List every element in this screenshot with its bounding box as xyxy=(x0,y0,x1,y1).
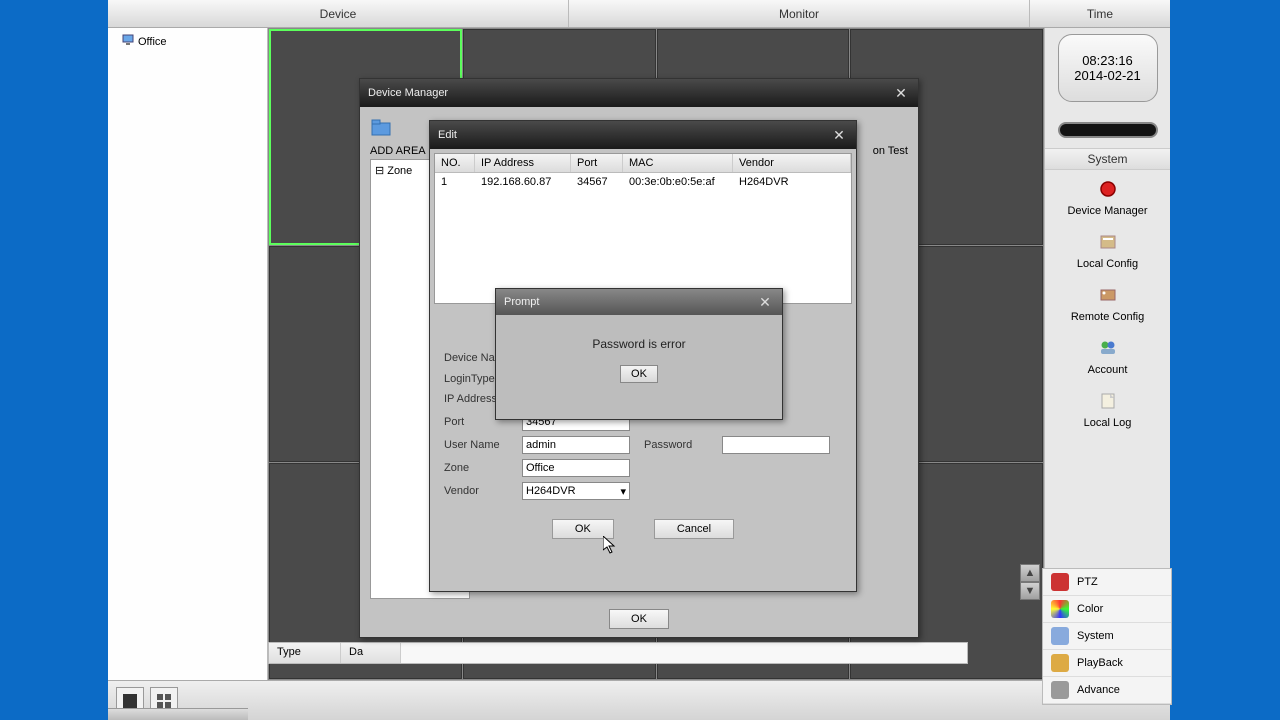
sys-label: Remote Config xyxy=(1071,311,1144,323)
th-ip[interactable]: IP Address xyxy=(475,154,571,172)
scroll-down[interactable]: ▼ xyxy=(1020,582,1040,600)
side-label: Advance xyxy=(1077,684,1120,696)
th-mac[interactable]: MAC xyxy=(623,154,733,172)
color-item[interactable]: Color xyxy=(1043,596,1171,623)
zone-label: Zone xyxy=(444,462,514,474)
prompt-titlebar[interactable]: Prompt ✕ xyxy=(496,289,782,315)
playback-icon xyxy=(1051,654,1069,672)
bottom-toolbar xyxy=(108,680,1170,720)
password-label: Password xyxy=(644,439,714,451)
device-tree[interactable]: Office xyxy=(108,28,268,680)
side-label: Color xyxy=(1077,603,1103,615)
edit-titlebar[interactable]: Edit ✕ xyxy=(430,121,856,149)
system-icon xyxy=(1051,627,1069,645)
close-icon[interactable]: ✕ xyxy=(756,293,774,311)
dm-ok-button[interactable]: OK xyxy=(609,609,669,629)
tree-node-label: Office xyxy=(138,36,167,48)
sys-label: Device Manager xyxy=(1067,205,1147,217)
log-icon xyxy=(1095,388,1121,414)
username-label: User Name xyxy=(444,439,514,451)
sys-label: Local Log xyxy=(1084,417,1132,429)
clock: 08:23:16 2014-02-21 xyxy=(1058,34,1158,102)
record-icon xyxy=(1095,176,1121,202)
th-type[interactable]: Type xyxy=(269,643,341,663)
ptz-icon xyxy=(1051,573,1069,591)
side-panel: PTZ Color System PlayBack Advance xyxy=(1042,568,1172,705)
table-row[interactable]: 1 192.168.60.87 34567 00:3e:0b:e0:5e:af … xyxy=(435,173,851,191)
sys-label: Local Config xyxy=(1077,258,1138,270)
prompt-title: Prompt xyxy=(504,296,539,308)
vendor-label: Vendor xyxy=(444,485,514,497)
dm-titlebar[interactable]: Device Manager ✕ xyxy=(360,79,918,107)
bottom-table: Type Da xyxy=(268,642,968,664)
account-button[interactable]: Account xyxy=(1088,335,1128,376)
lcd-bar xyxy=(1058,122,1158,138)
prompt-dialog: Prompt ✕ Password is error OK xyxy=(495,288,783,420)
minus-icon: ⊟ xyxy=(375,164,384,177)
config-icon xyxy=(1095,229,1121,255)
th-vendor[interactable]: Vendor xyxy=(733,154,851,172)
edit-cancel-button[interactable]: Cancel xyxy=(654,519,734,539)
remote-icon xyxy=(1095,282,1121,308)
advance-icon xyxy=(1051,681,1069,699)
tab-monitor[interactable]: Monitor xyxy=(569,0,1030,27)
vendor-value: H264DVR xyxy=(526,485,576,497)
ptz-item[interactable]: PTZ xyxy=(1043,569,1171,596)
cell-port: 34567 xyxy=(571,173,623,191)
close-icon[interactable]: ✕ xyxy=(830,126,848,144)
prompt-message: Password is error xyxy=(592,325,685,351)
remote-config-button[interactable]: Remote Config xyxy=(1071,282,1144,323)
side-label: System xyxy=(1077,630,1114,642)
users-icon xyxy=(1095,335,1121,361)
conn-test-label[interactable]: on Test xyxy=(873,145,908,157)
password-field[interactable] xyxy=(722,436,830,454)
system-title: System xyxy=(1045,148,1170,170)
cell-ip: 192.168.60.87 xyxy=(475,173,571,191)
cell-vendor: H264DVR xyxy=(733,173,851,191)
clock-date: 2014-02-21 xyxy=(1074,68,1141,83)
edit-table: NO. IP Address Port MAC Vendor 1 192.168… xyxy=(434,153,852,304)
th-no[interactable]: NO. xyxy=(435,154,475,172)
clock-time: 08:23:16 xyxy=(1082,53,1133,68)
folder-icon xyxy=(370,117,392,139)
taskbar-fragment xyxy=(108,708,248,720)
scroll-up[interactable]: ▲ xyxy=(1020,564,1040,582)
local-log-button[interactable]: Local Log xyxy=(1084,388,1132,429)
scroll-arrows: ▲ ▼ xyxy=(1020,564,1040,600)
vendor-select[interactable]: H264DVR ▾ xyxy=(522,482,630,500)
tree-node-office[interactable]: Office xyxy=(112,32,263,51)
prompt-ok-button[interactable]: OK xyxy=(620,365,658,383)
advance-item[interactable]: Advance xyxy=(1043,677,1171,704)
th-port[interactable]: Port xyxy=(571,154,623,172)
add-area-label[interactable]: ADD AREA xyxy=(370,145,426,157)
edit-ok-button[interactable]: OK xyxy=(552,519,614,539)
cell-no: 1 xyxy=(435,173,475,191)
playback-item[interactable]: PlayBack xyxy=(1043,650,1171,677)
side-label: PTZ xyxy=(1077,576,1098,588)
monitor-icon xyxy=(122,34,134,49)
close-icon[interactable]: ✕ xyxy=(892,84,910,102)
tab-time[interactable]: Time xyxy=(1030,0,1170,27)
chevron-down-icon: ▾ xyxy=(620,485,626,498)
side-label: PlayBack xyxy=(1077,657,1123,669)
zone-field[interactable] xyxy=(522,459,630,477)
system-item[interactable]: System xyxy=(1043,623,1171,650)
color-icon xyxy=(1051,600,1069,618)
sys-label: Account xyxy=(1088,364,1128,376)
tab-device[interactable]: Device xyxy=(108,0,569,27)
edit-title: Edit xyxy=(438,129,457,141)
dm-tree-label: Zone xyxy=(387,165,412,177)
th-date[interactable]: Da xyxy=(341,643,401,663)
top-tabs: Device Monitor Time xyxy=(108,0,1170,28)
username-field[interactable] xyxy=(522,436,630,454)
cell-mac: 00:3e:0b:e0:5e:af xyxy=(623,173,733,191)
local-config-button[interactable]: Local Config xyxy=(1077,229,1138,270)
dm-title: Device Manager xyxy=(368,87,448,99)
device-manager-button[interactable]: Device Manager xyxy=(1067,176,1147,217)
